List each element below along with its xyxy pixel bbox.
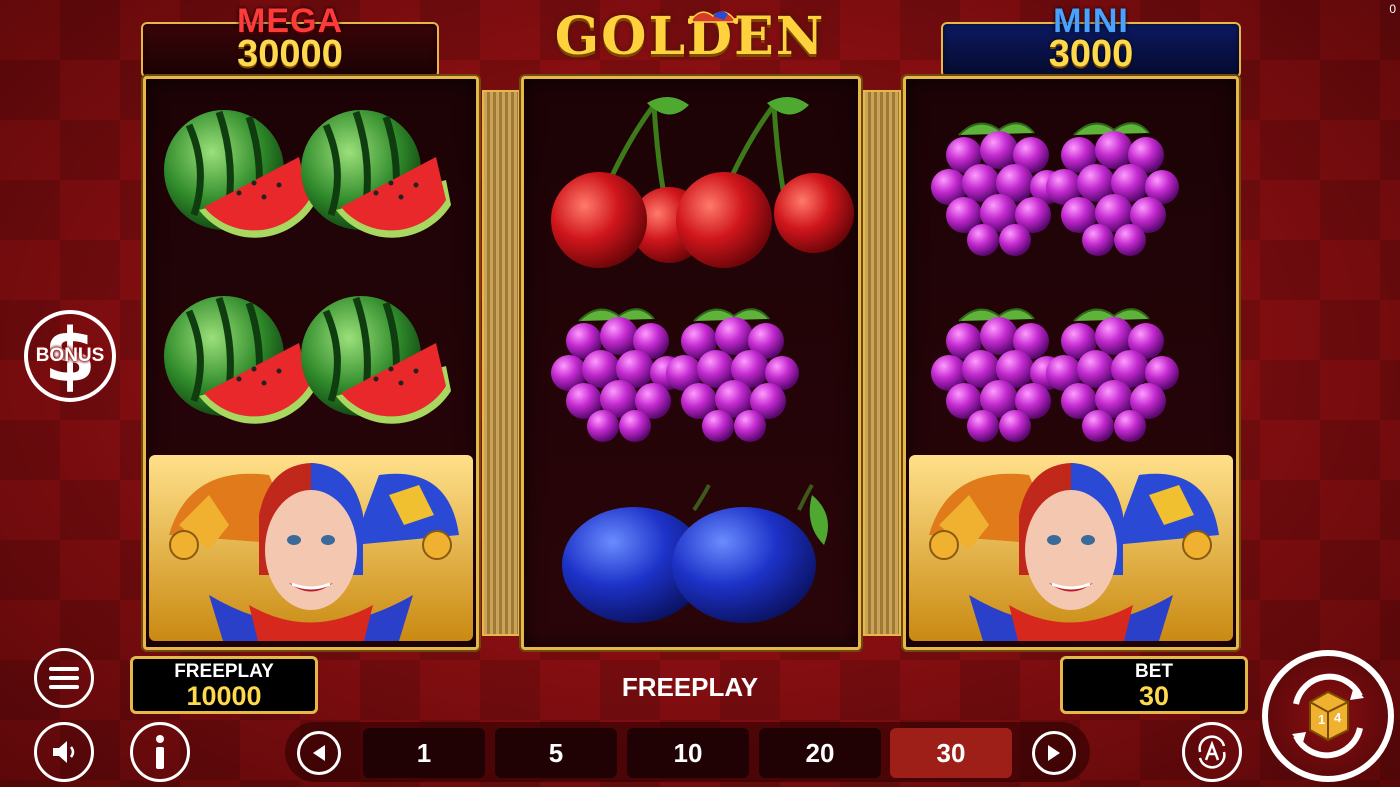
bet-prev-button[interactable] (297, 731, 341, 775)
sound-button[interactable] (34, 722, 94, 782)
spin-icon: 1 4 (1292, 673, 1364, 759)
mega-jackpot-value: 30000 (237, 33, 343, 75)
mini-jackpot-panel: MINI 3000 (941, 2, 1241, 78)
autoplay-icon (1198, 735, 1226, 769)
mega-jackpot-panel: MEGA 30000 (141, 2, 439, 78)
bet-option[interactable]: 5 (495, 728, 617, 778)
mini-jackpot-value: 3000 (1048, 33, 1134, 75)
info-icon (156, 735, 164, 769)
balance-label: FREEPLAY (174, 661, 274, 682)
cherry-symbol (524, 85, 858, 271)
bet-option[interactable]: 20 (759, 728, 881, 778)
svg-text:1: 1 (1318, 712, 1325, 727)
hamburger-menu-icon (49, 667, 79, 689)
joker-symbol (906, 455, 1236, 641)
grapes-symbol (906, 85, 1236, 271)
menu-button[interactable] (34, 648, 94, 708)
bet-label: BET (1135, 661, 1173, 682)
reel-divider (482, 90, 520, 636)
bet-option[interactable]: 1 (363, 728, 485, 778)
svg-text:4: 4 (1334, 710, 1342, 725)
arrow-left-icon (313, 745, 325, 761)
plum-symbol (524, 455, 858, 641)
corner-counter: 0 (1389, 2, 1396, 16)
game-logo: GOLDEN JOKER 27 (445, 6, 935, 128)
arrow-right-icon (1048, 745, 1060, 761)
balance-box: FREEPLAY 10000 (130, 656, 318, 714)
bet-value: 30 (1138, 681, 1170, 711)
autoplay-button[interactable] (1182, 722, 1242, 782)
status-message: FREEPLAY (621, 672, 759, 702)
grapes-symbol (524, 271, 858, 457)
info-button[interactable] (130, 722, 190, 782)
reel-1 (143, 76, 479, 650)
spin-button[interactable]: 1 4 (1262, 650, 1394, 782)
balance-value: 10000 (186, 681, 262, 711)
bonus-button[interactable]: $ BONUS (24, 310, 116, 402)
jester-hat-icon (688, 11, 738, 24)
watermelon-symbol (146, 271, 476, 457)
joker-symbol (146, 455, 476, 641)
bet-next-button[interactable] (1032, 731, 1076, 775)
reel-divider (863, 90, 901, 636)
bet-option-selected[interactable]: 30 (890, 728, 1012, 778)
bonus-label: BONUS (35, 345, 105, 366)
speaker-icon (53, 741, 75, 763)
bet-box: BET 30 (1060, 656, 1248, 714)
reel-3 (903, 76, 1239, 650)
bet-option[interactable]: 10 (627, 728, 749, 778)
watermelon-symbol (146, 85, 476, 271)
reel-2 (521, 76, 861, 650)
grapes-symbol (906, 271, 1236, 457)
